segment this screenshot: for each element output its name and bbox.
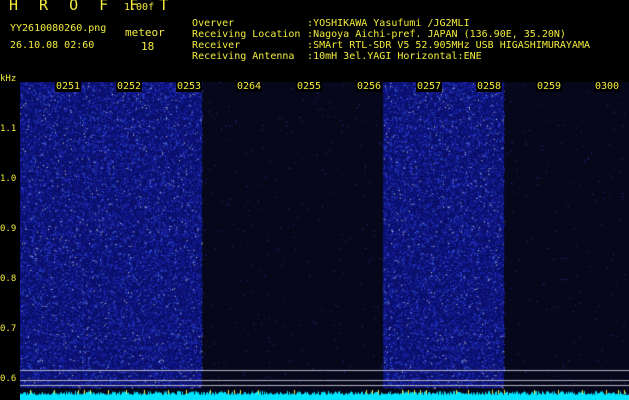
y-axis-unit: kHz [0, 74, 17, 84]
y-tick: 1.1 [0, 124, 17, 134]
y-tick: 1.0 [0, 174, 17, 184]
minute-label: 0300 [594, 81, 621, 92]
minute-label: 0256 [356, 81, 383, 92]
minute-label: 0264 [236, 81, 263, 92]
meteor-label: meteor [125, 26, 165, 39]
y-tick: 0.6 [0, 374, 17, 384]
spectrogram [20, 82, 629, 400]
version-label: 1.00f [124, 2, 155, 13]
antenna-value: :10mH 3el.YAGI Horizontal:ENE [307, 51, 482, 63]
minute-label: 0257 [416, 81, 443, 92]
antenna-row: Receiving Antenna :10mH 3el.YAGI Horizont… [180, 40, 482, 63]
antenna-key: Receiving Antenna [192, 51, 295, 63]
y-tick: 0.9 [0, 224, 17, 234]
y-tick: 0.8 [0, 274, 17, 284]
date-time: 26.10.08 02:60 [10, 40, 95, 51]
minute-label: 0252 [116, 81, 143, 92]
minute-label: 0255 [296, 81, 323, 92]
minute-label: 0251 [55, 81, 82, 92]
minute-label: 0253 [176, 81, 203, 92]
minute-label: 0259 [536, 81, 563, 92]
y-tick: 0.7 [0, 324, 17, 334]
file-name: YY2610080260.png [10, 23, 107, 34]
meteor-count: 18 [141, 40, 155, 53]
minute-label: 0258 [476, 81, 503, 92]
